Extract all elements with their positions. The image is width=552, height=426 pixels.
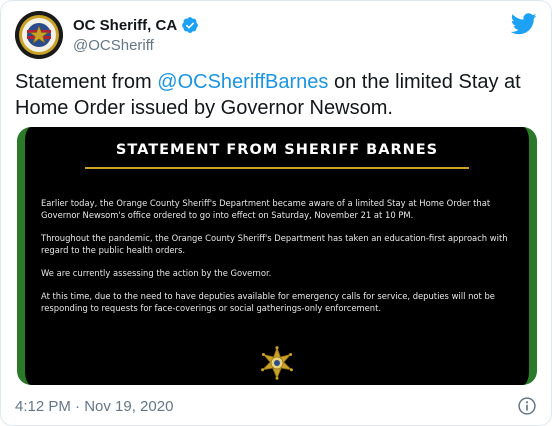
- avatar[interactable]: [15, 11, 63, 59]
- mention-link[interactable]: @OCSheriffBarnes: [157, 71, 328, 93]
- statement-paragraph: Throughout the pandemic, the Orange Coun…: [41, 233, 508, 255]
- sheriff-star-icon: [261, 346, 293, 380]
- statement-divider: [85, 167, 469, 169]
- statement-body: Earlier today, the Orange County Sheriff…: [41, 197, 517, 325]
- verified-badge-icon: [182, 17, 199, 33]
- twitter-bird-icon[interactable]: [511, 13, 537, 35]
- timestamp[interactable]: 4:12 PM · Nov 19, 2020: [15, 398, 173, 415]
- statement-title: STATEMENT FROM SHERIFF BARNES: [115, 142, 439, 158]
- sheriff-seal-icon: [15, 11, 63, 59]
- account-names[interactable]: OC Sheriff, CA @OCSheriff: [73, 16, 199, 54]
- info-icon[interactable]: [517, 396, 537, 416]
- statement-paragraph: At this time, due to the need to have de…: [41, 291, 495, 313]
- statement-image[interactable]: STATEMENT FROM SHERIFF BARNES Earlier to…: [17, 127, 537, 385]
- tweet-text-before: Statement from: [15, 71, 158, 93]
- tweet-card: OC Sheriff, CA @OCSheriff Statement from…: [0, 0, 552, 426]
- tweet-footer: 4:12 PM · Nov 19, 2020: [15, 395, 537, 417]
- tweet-header: OC Sheriff, CA @OCSheriff: [15, 11, 537, 59]
- tweet-text: Statement from @OCSheriffBarnes on the l…: [15, 69, 539, 121]
- statement-paragraph: Earlier today, the Orange County Sheriff…: [41, 198, 491, 220]
- statement-paragraph: We are currently assessing the action by…: [41, 268, 272, 278]
- display-name[interactable]: OC Sheriff, CA: [73, 17, 177, 34]
- account-handle[interactable]: @OCSheriff: [73, 37, 199, 54]
